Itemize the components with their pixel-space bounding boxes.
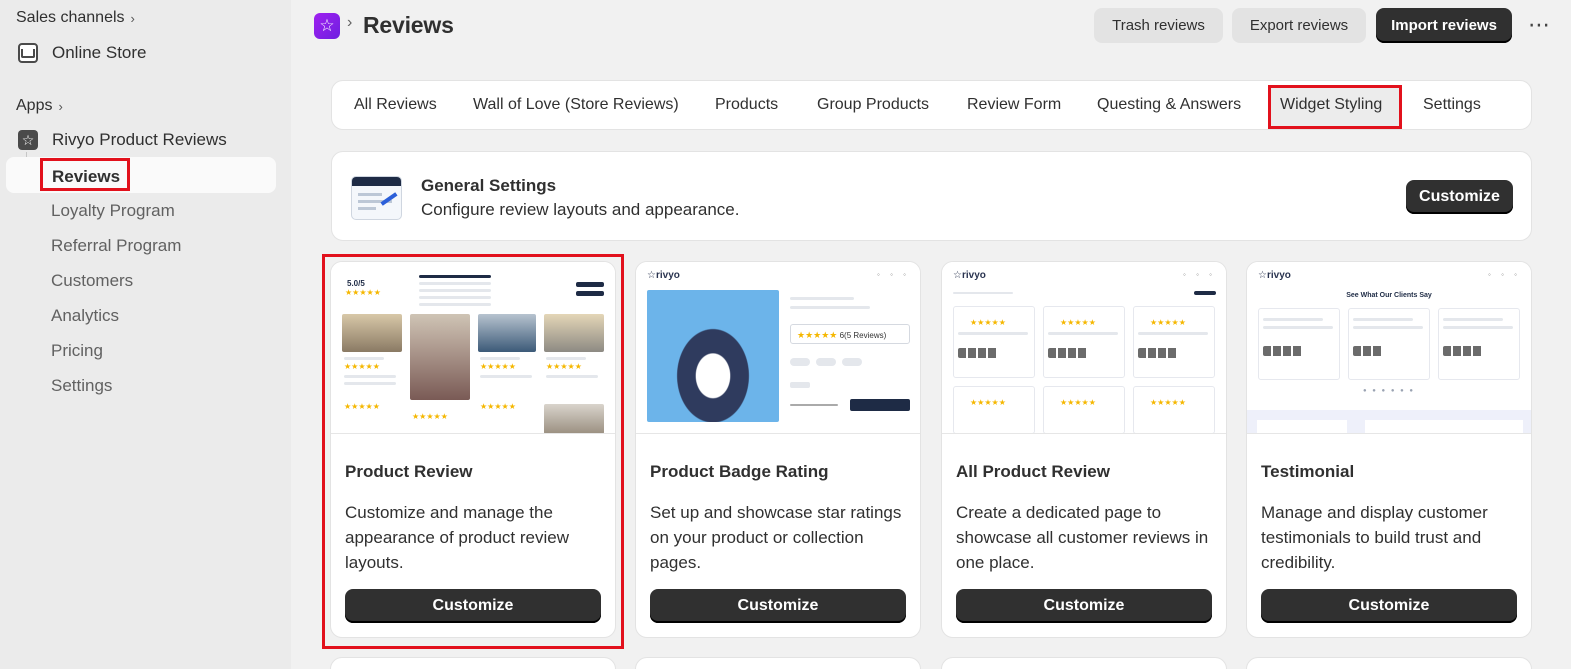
tab-products[interactable]: Products (715, 96, 778, 114)
rivyo-app-icon: ☆ (18, 130, 38, 150)
page-title: Reviews (363, 12, 454, 38)
widget-card-stub (941, 657, 1227, 669)
general-settings-subtitle: Configure review layouts and appearance. (421, 200, 740, 219)
sidebar-item-pricing[interactable]: Pricing (51, 341, 103, 361)
apps-label: Apps (16, 97, 53, 114)
online-store-label: Online Store (52, 43, 147, 62)
sidebar: Sales channels › Online Store Apps › ☆ R… (0, 0, 291, 669)
general-settings-card: General Settings Configure review layout… (331, 151, 1532, 241)
preview-toolbar-icons: ◦ ◦ ◦ (1183, 270, 1216, 279)
export-reviews-button[interactable]: Export reviews (1232, 8, 1366, 43)
chevron-right-icon: › (58, 98, 63, 114)
card-title: Product Review (345, 462, 473, 481)
store-icon (18, 43, 38, 63)
widget-card-testimonial: ☆rivyo ◦ ◦ ◦ See What Our Clients Say ● … (1246, 261, 1532, 638)
breadcrumb-chevron-icon: › (347, 14, 353, 31)
badge-rating-customize-button[interactable]: Customize (650, 589, 906, 623)
tab-questing-answers[interactable]: Questing & Answers (1097, 96, 1241, 114)
card-description: Customize and manage the appearance of p… (345, 503, 569, 572)
sidebar-item-settings[interactable]: Settings (51, 376, 112, 396)
star-logo-icon: ☆ (314, 13, 340, 39)
card-title: Testimonial (1261, 462, 1355, 481)
all-product-review-preview: ☆rivyo ◦ ◦ ◦ ★★★★★ ★★★★★ ★★★★★ ★★★★★ ★★★… (942, 262, 1226, 434)
sidebar-item-referral[interactable]: Referral Program (51, 236, 181, 256)
rivyo-brand: ☆rivyo (647, 270, 680, 281)
sidebar-item-online-store[interactable]: Online Store (18, 43, 147, 63)
rivyo-label: Rivyo Product Reviews (52, 130, 227, 149)
widget-card-all-product-review: ☆rivyo ◦ ◦ ◦ ★★★★★ ★★★★★ ★★★★★ ★★★★★ ★★★… (941, 261, 1227, 638)
card-title: All Product Review (956, 462, 1110, 481)
widget-card-stub (1246, 657, 1532, 669)
general-settings-title: General Settings (421, 176, 557, 195)
apps-header[interactable]: Apps › (16, 97, 63, 115)
carousel-dots: ● ● ● ● ● ● (1362, 388, 1416, 394)
tab-all-reviews[interactable]: All Reviews (354, 96, 437, 114)
sidebar-item-rivyo[interactable]: ☆ Rivyo Product Reviews (18, 130, 227, 150)
tab-wall-of-love[interactable]: Wall of Love (Store Reviews) (473, 96, 679, 114)
preview-toolbar-icons: ◦ ◦ ◦ (877, 270, 910, 279)
card-description: Manage and display customer testimonials… (1261, 503, 1488, 572)
product-review-preview: 5.0/5 ★★★★★ ★★★★★ ★★★★★ ★★★★★ ★★★★★ ★★★★… (331, 262, 615, 434)
widget-card-stub (330, 657, 616, 669)
sidebar-item-reviews[interactable]: Reviews (40, 158, 130, 191)
card-description: Set up and showcase star ratings on your… (650, 503, 902, 572)
sales-channels-header[interactable]: Sales channels › (16, 9, 135, 27)
rivyo-brand: ☆rivyo (1258, 270, 1291, 281)
general-customize-button[interactable]: Customize (1406, 180, 1513, 214)
sidebar-item-loyalty[interactable]: Loyalty Program (51, 201, 175, 221)
widget-card-badge-rating: ☆rivyo ◦ ◦ ◦ ★★★★★ 6(5 Reviews) Product … (635, 261, 921, 638)
tab-widget-styling[interactable]: Widget Styling (1280, 96, 1382, 114)
widget-card-stub (635, 657, 921, 669)
preview-heading: See What Our Clients Say (1346, 292, 1432, 299)
all-product-review-customize-button[interactable]: Customize (956, 589, 1212, 623)
sales-channels-label: Sales channels (16, 9, 125, 26)
product-review-customize-button[interactable]: Customize (345, 589, 601, 623)
preview-toolbar-icons: ◦ ◦ ◦ (1488, 270, 1521, 279)
badge-rating-preview: ☆rivyo ◦ ◦ ◦ ★★★★★ 6(5 Reviews) (636, 262, 920, 434)
preview-stars: ★★★★★ (345, 288, 381, 297)
tab-review-form[interactable]: Review Form (967, 96, 1061, 114)
sidebar-item-analytics[interactable]: Analytics (51, 306, 119, 326)
rivyo-brand: ☆rivyo (953, 270, 986, 281)
testimonial-customize-button[interactable]: Customize (1261, 589, 1517, 623)
preview-badge: ★★★★★ 6(5 Reviews) (790, 324, 910, 344)
card-title: Product Badge Rating (650, 462, 829, 481)
trash-reviews-button[interactable]: Trash reviews (1094, 8, 1223, 43)
chevron-right-icon: › (130, 10, 135, 26)
card-description: Create a dedicated page to showcase all … (956, 503, 1209, 572)
sidebar-item-customers[interactable]: Customers (51, 271, 133, 291)
more-icon[interactable]: ⋯ (1528, 12, 1551, 38)
tab-group-products[interactable]: Group Products (817, 96, 929, 114)
tab-settings[interactable]: Settings (1423, 96, 1481, 114)
testimonial-preview: ☆rivyo ◦ ◦ ◦ See What Our Clients Say ● … (1247, 262, 1531, 434)
import-reviews-button[interactable]: Import reviews (1376, 8, 1512, 43)
widget-card-product-review: 5.0/5 ★★★★★ ★★★★★ ★★★★★ ★★★★★ ★★★★★ ★★★★… (330, 261, 616, 638)
preview-rating: 5.0/5 (347, 279, 365, 288)
general-settings-thumbnail (351, 176, 402, 220)
